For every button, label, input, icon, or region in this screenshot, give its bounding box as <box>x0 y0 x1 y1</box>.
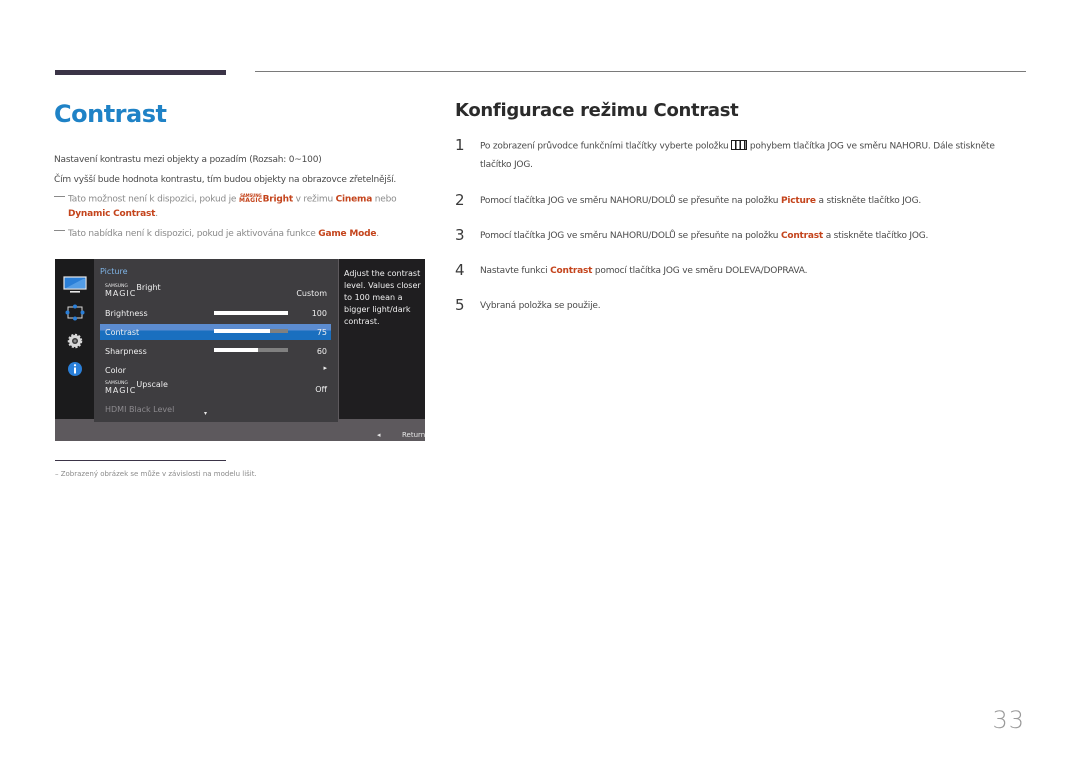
osd-item-hdmi-black-level: HDMI Black Level <box>105 405 175 414</box>
note-gamemode: Tato nabídka není k dispozici, pokud je … <box>54 229 379 239</box>
return-button[interactable]: Return <box>402 431 425 439</box>
osd-item-sharpness[interactable]: Sharpness <box>105 347 147 356</box>
note-text: Tato nabídka není k dispozici, pokud je … <box>68 229 319 239</box>
scroll-down-icon[interactable]: ▾ <box>204 410 207 417</box>
osd-item-magicupscale[interactable]: SAMSUNG MAGIC Upscale <box>105 379 168 395</box>
samsung-magic-logo: SAMSUNG MAGIC <box>105 381 137 395</box>
return-arrow-icon[interactable]: ◂ <box>377 431 381 439</box>
sharpness-slider[interactable] <box>214 348 288 352</box>
step-text-part: Po zobrazení průvodce funkčními tlačítky… <box>480 141 732 152</box>
osd-item-label: Upscale <box>136 379 168 389</box>
step-text-part: Pomocí tlačítka JOG ve směru NAHORU/DOLŮ… <box>480 231 781 241</box>
osd-item-brightness[interactable]: Brightness <box>105 309 148 318</box>
osd-item-color[interactable]: Color <box>105 366 126 375</box>
highlight-contrast: Contrast <box>780 231 824 241</box>
resize-arrows-icon[interactable] <box>65 304 85 326</box>
osd-help-text: Adjust the contrast level. Values closer… <box>344 269 421 326</box>
magic-bottom: MAGIC <box>105 385 137 395</box>
highlight-picture: Picture <box>780 196 816 206</box>
note-dynamic-line: Dynamic Contrast. <box>68 209 158 219</box>
note-dash <box>54 195 65 197</box>
highlight-cinema: Cinema <box>335 194 373 205</box>
menu-icon <box>731 140 748 150</box>
page-number: 33 <box>992 706 1025 734</box>
slider-fill <box>214 311 288 315</box>
step-number: 1 <box>455 136 465 154</box>
step-text: Vybraná položka se použije. <box>480 301 601 311</box>
osd-item-value: 60 <box>316 347 327 356</box>
osd-item-value: Off <box>315 385 327 394</box>
osd-item-label: Bright <box>136 282 161 292</box>
osd-menu-panel <box>94 259 338 422</box>
magic-bottom: MAGIC <box>238 197 263 204</box>
step-text: Pomocí tlačítka JOG ve směru NAHORU/DOLŮ… <box>480 231 928 241</box>
procedure-title: Konfigurace režimu Contrast <box>455 100 739 121</box>
footnote-rule <box>55 460 226 461</box>
highlight-dynamic-contrast: Dynamic Contrast <box>68 209 156 219</box>
osd-item-value: 100 <box>311 309 327 318</box>
header-rule <box>255 71 1026 72</box>
note-magicbright: Tato možnost není k dispozici, pokud je … <box>54 194 397 205</box>
osd-section-title: Picture <box>100 267 128 276</box>
header-bar-thick <box>55 70 226 75</box>
step-text-part: Pomocí tlačítka JOG ve směru NAHORU/DOLŮ… <box>480 196 781 206</box>
contrast-slider[interactable] <box>214 329 288 333</box>
step-text: Po zobrazení průvodce funkčními tlačítky… <box>480 140 995 152</box>
note-text: . <box>376 229 379 239</box>
note-text: . <box>155 209 158 219</box>
info-icon[interactable] <box>67 361 83 381</box>
footnote: – Zobrazený obrázek se může v závislosti… <box>55 470 257 478</box>
slider-fill <box>214 329 270 333</box>
step-number: 2 <box>455 191 465 209</box>
step-number: 3 <box>455 226 465 244</box>
note-dash <box>54 230 65 231</box>
step-text-part: a stiskněte tlačítko JOG. <box>823 231 929 241</box>
step-number: 4 <box>455 261 465 279</box>
monitor-icon[interactable] <box>63 276 87 298</box>
step-number: 5 <box>455 296 465 314</box>
samsung-magic-logo: SAMSUNG MAGIC <box>105 284 137 298</box>
description-detail: Čím vyšší bude hodnota kontrastu, tím bu… <box>54 175 397 185</box>
highlight-game-mode: Game Mode <box>318 229 377 239</box>
description-range: Nastavení kontrastu mezi objekty a pozad… <box>54 155 322 165</box>
osd-item-contrast[interactable]: Contrast <box>105 328 139 337</box>
step-text-part: a stiskněte tlačítko JOG. <box>815 196 922 206</box>
step-text-part: Nastavte funkci <box>480 266 551 276</box>
highlight-contrast: Contrast <box>550 266 593 276</box>
samsung-magic-logo: SAMSUNG MAGIC <box>239 194 263 204</box>
osd-item-value: Custom <box>296 289 327 298</box>
step-text-part: pomocí tlačítka JOG ve směru DOLEVA/DOPR… <box>592 266 808 276</box>
magic-bottom: MAGIC <box>105 288 137 298</box>
osd-item-magicbright[interactable]: SAMSUNG MAGIC Bright <box>105 282 161 298</box>
step-text-part: pohybem tlačítka JOG ve směru NAHORU. Dá… <box>747 141 995 152</box>
step-text: Nastavte funkci Contrast pomocí tlačítka… <box>480 266 807 276</box>
chevron-right-icon: ▸ <box>323 364 327 372</box>
highlight-bright: Bright <box>262 194 294 205</box>
note-text: nebo <box>372 194 397 205</box>
slider-fill <box>214 348 259 352</box>
section-title: Contrast <box>54 100 167 128</box>
step-text: Pomocí tlačítka JOG ve směru NAHORU/DOLŮ… <box>480 196 921 206</box>
brightness-slider[interactable] <box>214 311 288 315</box>
gear-icon[interactable] <box>67 333 83 353</box>
note-text: v režimu <box>292 194 336 205</box>
osd-item-value: 75 <box>316 328 327 337</box>
step-text: tlačítko JOG. <box>480 160 533 170</box>
note-text: Tato možnost není k dispozici, pokud je <box>68 194 239 205</box>
